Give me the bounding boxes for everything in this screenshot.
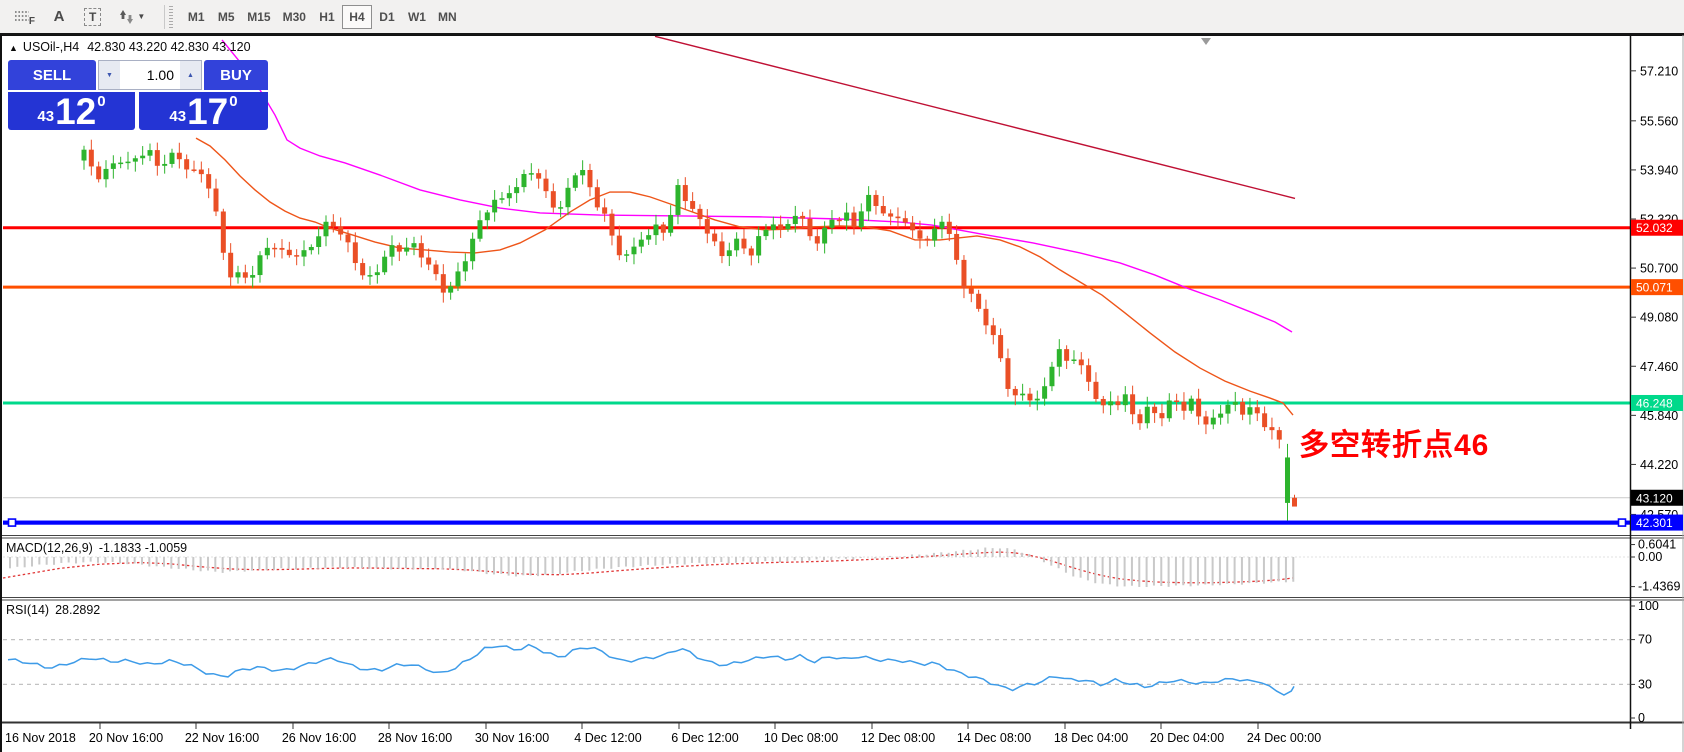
- rsi-tick-100: 100: [1638, 599, 1659, 613]
- rsi-tick-0: 0: [1638, 711, 1645, 725]
- time-label: 22 Nov 16:00: [185, 731, 259, 745]
- rsi-indicator-label: RSI(14)28.2892: [6, 603, 100, 617]
- buy-price-display[interactable]: 43 17 0: [139, 92, 268, 130]
- tf-button-d1[interactable]: D1: [372, 5, 402, 29]
- arrows-icon: [119, 9, 134, 25]
- text-annotation-tool-button[interactable]: A: [46, 4, 72, 30]
- buy-button[interactable]: BUY: [204, 60, 268, 90]
- volume-control: ▼ ▲: [98, 60, 202, 90]
- volume-input[interactable]: [120, 61, 180, 89]
- price-axis[interactable]: 57.21055.56053.94052.32050.70049.08047.4…: [1630, 64, 1680, 725]
- mt4-terminal: 57.21055.56053.94052.32050.70049.08047.4…: [0, 0, 1684, 752]
- chevron-down-icon: ▼: [137, 12, 145, 21]
- volume-decrease-button[interactable]: ▼: [99, 61, 120, 89]
- toolbar-separator: [164, 5, 165, 29]
- svg-text:52.032: 52.032: [1636, 221, 1673, 235]
- macd-pane: [3, 552, 1630, 583]
- svg-text:43.120: 43.120: [1636, 491, 1673, 505]
- sell-price-display[interactable]: 43 12 0: [8, 92, 135, 130]
- downtrend-line[interactable]: [655, 36, 1295, 198]
- sell-button[interactable]: SELL: [8, 60, 96, 90]
- tf-button-m30[interactable]: M30: [277, 5, 312, 29]
- time-label: 26 Nov 16:00: [282, 731, 356, 745]
- arrow-objects-tool-button[interactable]: ▼: [113, 4, 151, 30]
- price-tick-49.080: 49.080: [1640, 311, 1678, 325]
- time-label: 24 Dec 00:00: [1247, 731, 1321, 745]
- horizontal-lines[interactable]: [3, 228, 1630, 523]
- chart-title: ▲ USOil-,H4 42.830 43.220 42.830 43.120: [9, 40, 251, 54]
- text-t-icon: T: [84, 8, 101, 26]
- tf-button-w1[interactable]: W1: [402, 5, 432, 29]
- tf-button-h1[interactable]: H1: [312, 5, 342, 29]
- macd-tick-0.00: 0.00: [1638, 550, 1662, 564]
- volume-increase-button[interactable]: ▲: [180, 61, 201, 89]
- time-label: 16 Nov 2018: [5, 731, 76, 745]
- panel-collapse-icon[interactable]: ▲: [9, 43, 18, 53]
- tf-button-h4[interactable]: H4: [342, 5, 372, 29]
- svg-text:42.301: 42.301: [1636, 516, 1673, 530]
- price-tick-53.940: 53.940: [1640, 163, 1678, 177]
- time-label: 10 Dec 08:00: [764, 731, 838, 745]
- rsi-line: [8, 645, 1294, 695]
- blue-hline-handles[interactable]: [3, 519, 1630, 526]
- ma-fast-orange: [196, 138, 1293, 415]
- chart-shift-marker[interactable]: [1201, 38, 1211, 45]
- toolbar-drag-handle[interactable]: [169, 6, 173, 28]
- macd-indicator-label: MACD(12,26,9)-1.1833 -1.0059: [6, 541, 187, 555]
- line-handle[interactable]: [9, 519, 16, 526]
- symbol-period-label: USOil-,H4: [23, 40, 79, 54]
- line-handle[interactable]: [1619, 519, 1626, 526]
- time-label: 12 Dec 08:00: [861, 731, 935, 745]
- time-label: 30 Nov 16:00: [475, 731, 549, 745]
- time-label: 6 Dec 12:00: [671, 731, 738, 745]
- toolbar: F A T ▼ M1 M5 M15 M30 H1 H4 D1 W1 MN: [0, 0, 1684, 35]
- one-click-trading-panel: SELL ▼ ▲ BUY 43 12 0 43 17 0: [8, 60, 268, 130]
- rsi-tick-30: 30: [1638, 677, 1652, 691]
- price-tick-44.220: 44.220: [1640, 458, 1678, 472]
- time-label: 20 Nov 16:00: [89, 731, 163, 745]
- time-axis[interactable]: 16 Nov 2018 20 Nov 16:00 22 Nov 16:00 26 No…: [5, 723, 1321, 745]
- svg-text:46.248: 46.248: [1636, 396, 1673, 410]
- tf-button-m15[interactable]: M15: [241, 5, 276, 29]
- price-tick-55.560: 55.560: [1640, 114, 1678, 128]
- svg-text:50.071: 50.071: [1636, 281, 1673, 295]
- macd-tick--1.4369: -1.4369: [1638, 580, 1680, 594]
- text-label-tool-button[interactable]: T: [78, 4, 107, 30]
- fibonacci-grid-tool-button[interactable]: F: [8, 4, 40, 30]
- annotation-text: 多空转折点46: [1299, 420, 1489, 464]
- rsi-tick-70: 70: [1638, 633, 1652, 647]
- price-tick-57.210: 57.210: [1640, 64, 1678, 78]
- time-label: 18 Dec 04:00: [1054, 731, 1128, 745]
- trendline-layer[interactable]: [655, 36, 1295, 198]
- time-label: 14 Dec 08:00: [957, 731, 1031, 745]
- tf-button-m1[interactable]: M1: [181, 5, 211, 29]
- pane-separators: [0, 35, 1684, 752]
- tf-button-m5[interactable]: M5: [211, 5, 241, 29]
- ma-fast-orange-layer: [196, 138, 1293, 415]
- rsi-pane: [3, 640, 1630, 695]
- price-tick-50.700: 50.700: [1640, 262, 1678, 276]
- time-label: 4 Dec 12:00: [574, 731, 641, 745]
- time-label: 20 Dec 04:00: [1150, 731, 1224, 745]
- price-tick-47.460: 47.460: [1640, 360, 1678, 374]
- fibonacci-grid-icon: F: [14, 9, 34, 25]
- text-a-icon: A: [54, 8, 65, 25]
- ohlc-readout: 42.830 43.220 42.830 43.120: [87, 40, 250, 54]
- tf-button-mn[interactable]: MN: [432, 5, 463, 29]
- time-label: 28 Nov 16:00: [378, 731, 452, 745]
